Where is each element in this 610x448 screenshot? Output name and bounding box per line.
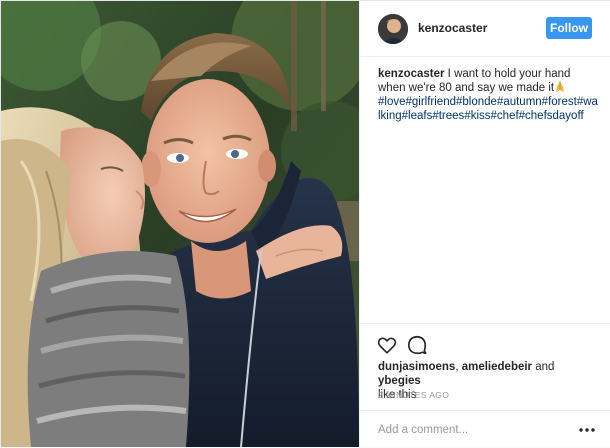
post-photo[interactable] [1, 1, 359, 447]
couple-selfie-image [1, 1, 359, 447]
likes-connector: and [532, 361, 555, 373]
post-header: kenzocaster Follow [360, 1, 610, 57]
speech-bubble-icon[interactable] [406, 334, 428, 356]
follow-button[interactable]: Follow [546, 17, 592, 39]
caption-hashtags[interactable]: #love#girlfriend#blonde#autumn#forest#wa… [378, 96, 598, 122]
instagram-post: kenzocaster Follow kenzocaster I want to… [0, 0, 610, 447]
ellipsis-icon[interactable] [578, 423, 596, 437]
post-timestamp[interactable]: 2 MINUTES AGO [378, 390, 449, 400]
post-sidebar: kenzocaster Follow kenzocaster I want to… [359, 1, 610, 447]
header-username[interactable]: kenzocaster [418, 21, 487, 35]
avatar[interactable] [378, 14, 408, 44]
comment-input[interactable] [378, 421, 568, 439]
avatar-image [378, 14, 408, 44]
post-caption: kenzocaster I want to hold your hand whe… [378, 67, 600, 123]
liker-name[interactable]: dunjasimoens [378, 361, 455, 373]
heart-outline-icon[interactable] [376, 334, 398, 356]
liker-name[interactable]: ameliedebeir [462, 361, 532, 373]
post-actions: dunjasimoens, ameliedebeir and ybegies l… [360, 323, 610, 447]
liker-name[interactable]: ybegies [378, 375, 421, 387]
comment-box [360, 410, 610, 448]
praying-hands-emoji [554, 81, 566, 92]
caption-username[interactable]: kenzocaster [378, 68, 444, 80]
